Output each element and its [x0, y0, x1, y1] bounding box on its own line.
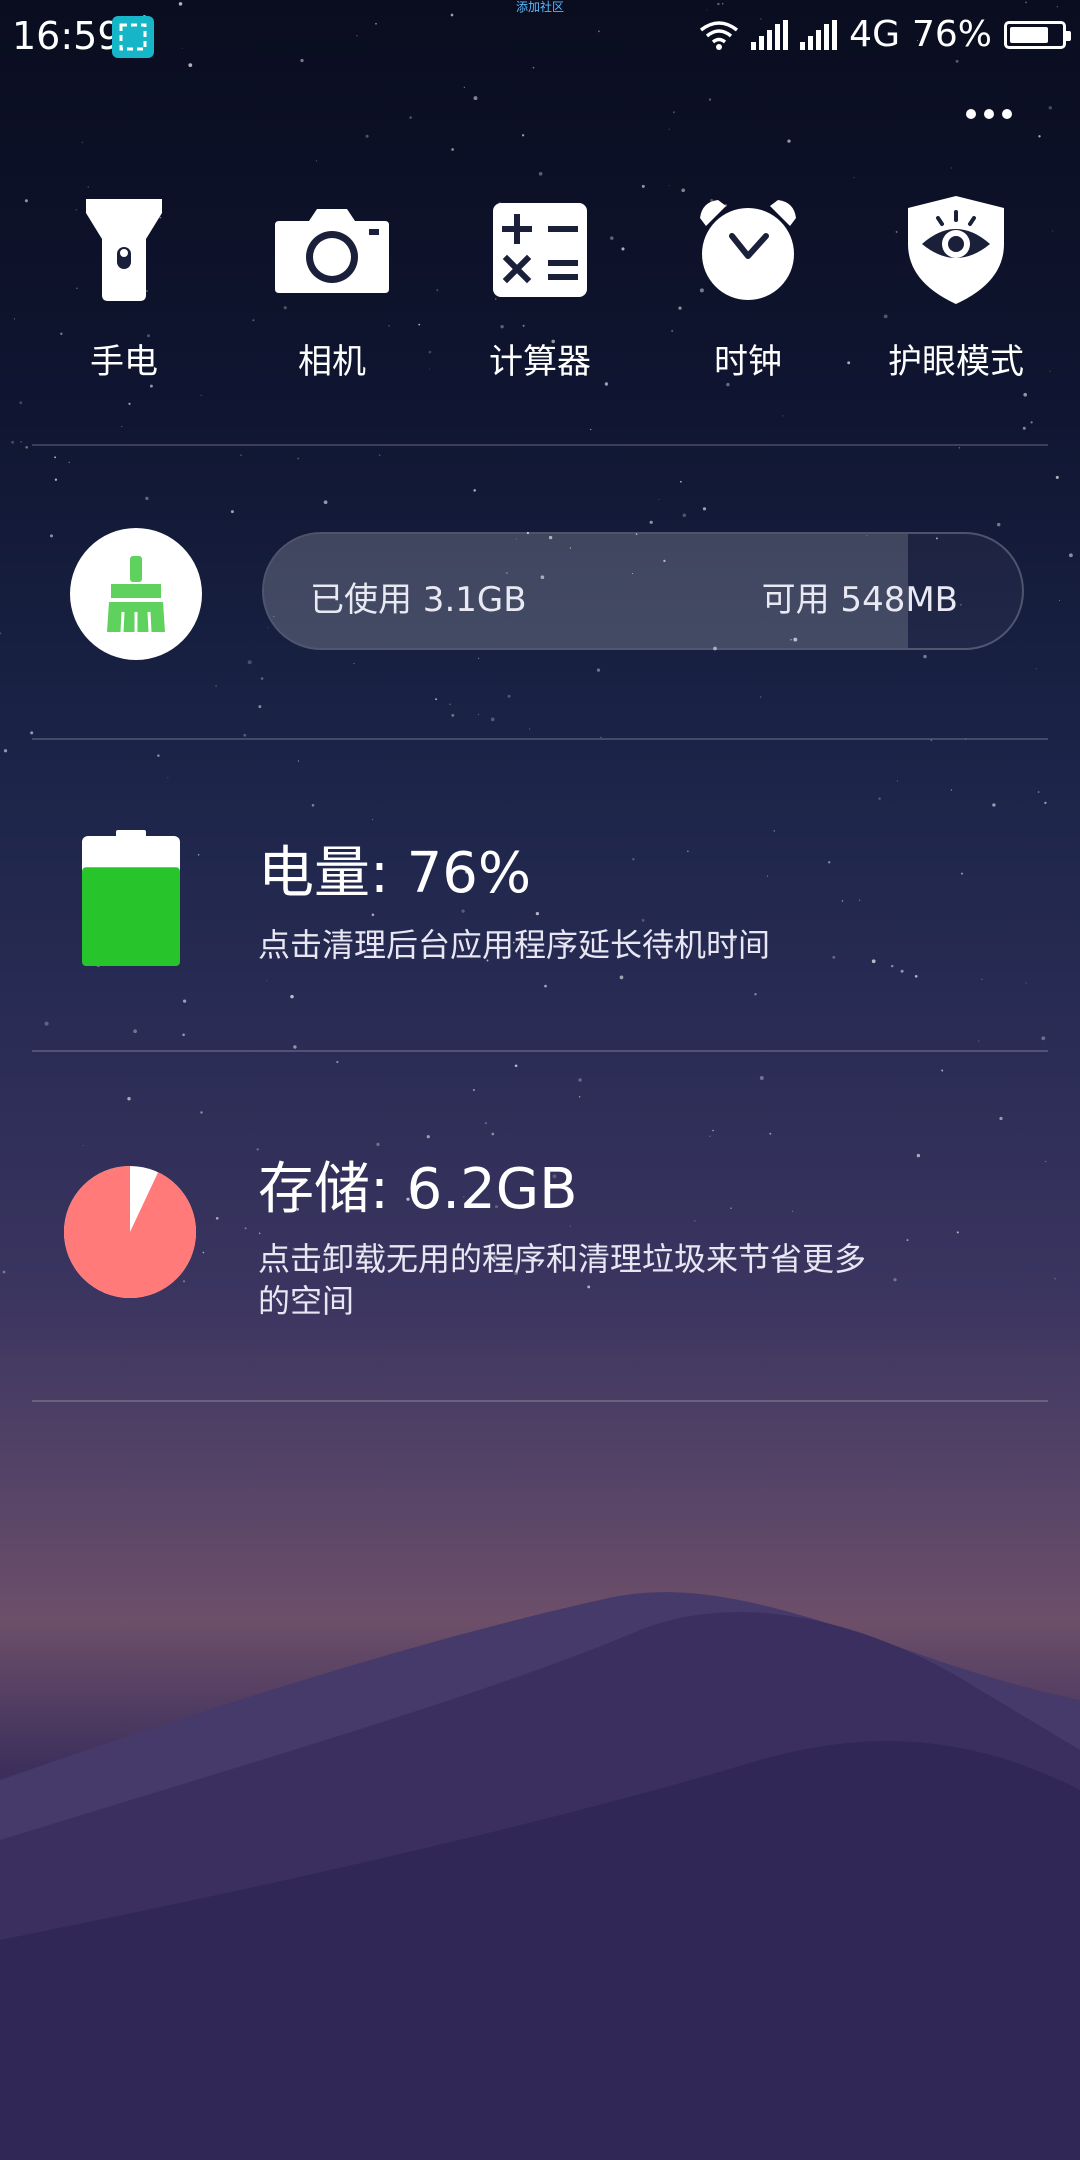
memory-free-label: 可用 548MB — [761, 580, 958, 620]
shortcut-clock[interactable]: 时钟 — [648, 190, 848, 383]
shortcut-label: 时钟 — [714, 342, 782, 382]
calculator-icon — [480, 190, 600, 310]
broom-icon — [107, 556, 165, 633]
signal-strength-icon-2 — [800, 19, 838, 50]
shortcut-label: 相机 — [298, 342, 366, 382]
memory-used-label: 已使用 3.1GB — [310, 580, 527, 620]
divider — [32, 738, 1048, 740]
more-options-button[interactable] — [954, 96, 1024, 132]
memory-usage-bar[interactable]: 已使用 3.1GB 可用 548MB — [262, 532, 1024, 650]
top-caption: 添加社区 — [515, 0, 564, 14]
battery-status-icon — [1004, 20, 1071, 49]
shortcut-label: 计算器 — [489, 342, 591, 382]
battery-subtitle[interactable]: 点击清理后台应用程序延长待机时间 — [258, 924, 898, 966]
desert-dunes-background — [0, 1592, 1080, 2160]
eye-protection-icon — [896, 190, 1016, 310]
status-bar: 16:59 添加社区 4G 76% — [0, 0, 1080, 76]
network-type: 4G — [849, 14, 900, 55]
clean-memory-button[interactable] — [70, 528, 202, 660]
shortcut-flashlight[interactable]: 手电 — [24, 190, 224, 383]
battery-level-icon — [82, 830, 180, 966]
camera-icon — [272, 190, 392, 310]
storage-title[interactable]: 存储: 6.2GB — [258, 1144, 578, 1225]
shortcut-calculator[interactable]: 计算器 — [440, 190, 640, 383]
shortcut-label: 手电 — [90, 342, 158, 382]
status-indicators: 4G 76% — [699, 14, 1071, 55]
status-time: 16:59 — [12, 14, 122, 58]
wifi-icon — [700, 20, 739, 50]
battery-title[interactable]: 电量: 76% — [258, 828, 531, 909]
shortcut-label: 护眼模式 — [888, 342, 1024, 382]
signal-strength-icon-1 — [751, 19, 789, 50]
more-dot-icon — [1002, 109, 1012, 119]
flashlight-icon — [64, 190, 184, 310]
more-dot-icon — [984, 109, 994, 119]
storage-subtitle[interactable]: 点击卸载无用的程序和清理垃圾来节省更多的空间 — [258, 1238, 878, 1322]
battery-percent: 76% — [911, 14, 992, 55]
divider — [32, 1050, 1048, 1052]
shortcut-camera[interactable]: 相机 — [232, 190, 432, 383]
storage-used-slice — [64, 1166, 196, 1298]
quick-shortcuts: 手电 相机 计算器 时钟 护眼模式 — [0, 190, 1080, 383]
clock-icon — [688, 190, 808, 310]
screenshot-notification-icon — [112, 16, 154, 58]
more-dot-icon — [966, 109, 976, 119]
shortcut-eye-protection[interactable]: 护眼模式 — [856, 190, 1056, 383]
storage-pie-chart — [64, 1166, 196, 1298]
divider — [32, 1400, 1048, 1402]
divider — [32, 444, 1048, 446]
